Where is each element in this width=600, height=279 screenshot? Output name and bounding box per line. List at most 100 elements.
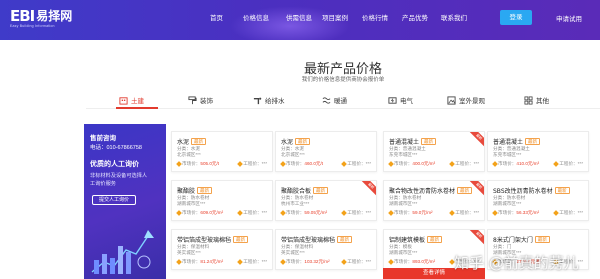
latest-badge: 最新 — [295, 138, 311, 145]
nav-item-cases[interactable]: 项目案例 — [322, 12, 348, 22]
price-icon — [388, 209, 394, 216]
market-price-label: 市场价： — [394, 210, 413, 215]
product-region: 英实城区*** — [177, 250, 201, 255]
building-icon — [119, 96, 128, 105]
market-price: 市场价：410.0元/m³ — [492, 160, 540, 167]
login-button[interactable]: 登录 — [500, 10, 532, 25]
nav-item-advantages[interactable]: 产品优势 — [402, 12, 428, 22]
price-icon — [492, 209, 498, 216]
market-price-label: 市场价： — [286, 210, 305, 215]
project-price-value: 工程价：*** — [559, 161, 583, 166]
product-title: 8米式门架大门 最新 — [493, 235, 550, 244]
product-region: 湖南城市区*** — [389, 201, 418, 206]
view-details-button[interactable]: 查看详情 — [383, 268, 485, 279]
apply-trial-link[interactable]: 申请试用 — [556, 13, 582, 23]
latest-badge: 最新 — [313, 187, 329, 194]
latest-badge: 最新 — [191, 138, 207, 145]
product-title: 聚合物改性沥青防水卷材 最新 — [389, 186, 473, 195]
market-price-value: 56.33元/m² — [516, 210, 540, 215]
market-price-value: 59.05元/m² — [304, 210, 328, 215]
pipe-icon — [253, 97, 262, 104]
project-price: 工程价：*** — [449, 209, 479, 216]
tab-civil[interactable]: 土建 — [119, 93, 144, 107]
market-price-label: 市场价： — [498, 161, 517, 166]
nav-item-supply[interactable]: 供需信息 — [286, 12, 312, 22]
product-card[interactable]: 带铝箔成型玻璃棉毡 最新 分类：保温材料 英实城区*** 市场价：103.32元/m² 工… — [275, 229, 377, 270]
tab-decoration[interactable]: 装饰 — [188, 93, 213, 107]
nav-item-market[interactable]: 价格行情 — [362, 12, 388, 22]
price-icon — [176, 209, 182, 216]
project-price: 工程价：*** — [341, 258, 371, 265]
product-title: 普通混凝土 最新 — [389, 137, 437, 146]
product-card[interactable]: 铝制建筑模板 最新 分类：模板 湖南城市区*** 市场价：893.0元/m² 工程价：**… — [383, 229, 485, 270]
product-title: 聚酯胶合板 最新 — [281, 186, 329, 195]
tab-label: 土建 — [131, 97, 144, 105]
latest-badge: 最新 — [554, 187, 570, 194]
product-name: 带铝箔成型玻璃棉毡 — [281, 237, 336, 244]
product-card[interactable]: 聚酯胶合板 最新 分类：防水卷材 杭州市工业*** 市场价：59.05元/m² 工程价：*… — [275, 180, 377, 221]
latest-badge: 最新 — [421, 138, 437, 145]
tab-electric[interactable]: 电气 — [388, 93, 413, 107]
price-icon — [388, 258, 394, 265]
product-region: 杭州市工业*** — [281, 201, 310, 206]
market-price-value: 410.0元/m³ — [516, 161, 540, 166]
project-price: 工程价：*** — [237, 258, 267, 265]
product-card[interactable]: 带铝箔成型玻璃棉毡 最新 分类：保温材料 英实城区*** 市场价：81.24元/m² 工程… — [171, 229, 273, 270]
product-name: 聚酯胶合板 — [281, 188, 312, 195]
product-title: 水泥 最新 — [177, 137, 207, 146]
product-card[interactable]: 水泥 最新 分类：水泥 北京城区*** 市场价：505.0元/t 工程价：*** — [171, 131, 273, 172]
project-price-value: 工程价：*** — [347, 210, 371, 215]
product-name: 普通混凝土 — [389, 139, 420, 146]
latest-badge: 最新 — [534, 236, 550, 243]
product-name: 8米式门架大门 — [493, 237, 533, 244]
market-price-value: 400.0元/m³ — [412, 161, 436, 166]
product-region: 湖南城市区*** — [389, 250, 418, 255]
market-price: 市场价：400.0元/m³ — [388, 160, 436, 167]
tab-label: 室外景观 — [459, 97, 485, 105]
price-icon — [280, 209, 286, 216]
project-price: 工程价：*** — [237, 160, 267, 167]
product-card[interactable]: 普通混凝土 最新 分类：普通混凝土 东莞市城区*** 市场价：400.0元/m³ 工程价：… — [383, 131, 485, 172]
product-title: 水泥 最新 — [281, 137, 311, 146]
paint-roller-icon — [188, 95, 197, 104]
project-price-value: 工程价：*** — [455, 259, 479, 264]
product-region: 湖南城市区*** — [493, 250, 522, 255]
project-price: 工程价：*** — [553, 160, 583, 167]
tab-label: 给排水 — [265, 97, 285, 105]
market-price-label: 市场价： — [286, 259, 305, 264]
tab-label: 暖通 — [334, 97, 347, 105]
product-region: 东莞市城区*** — [493, 152, 522, 157]
market-price: 市场价：103.32元/m² — [280, 258, 330, 265]
price-icon — [176, 258, 182, 265]
product-card[interactable]: 8米式门架大门 最新 分类：门 湖南城市区*** 市场价：2778.0元/樘 工程价：**… — [487, 229, 589, 270]
nav-item-home[interactable]: 首页 — [210, 12, 223, 22]
project-price-value: 工程价：*** — [243, 259, 267, 264]
market-price-value: 81.24元/m² — [200, 259, 224, 264]
tab-landscape[interactable]: 室外景观 — [447, 93, 485, 107]
project-price: 工程价：*** — [553, 209, 583, 216]
price-icon — [492, 258, 498, 265]
market-price: 市场价：59.0元/m² — [388, 209, 433, 216]
product-card[interactable]: 普通混凝土 最新 分类：普通混凝土 东莞市城区*** 市场价：410.0元/m³ 工程价：… — [487, 131, 589, 172]
nav-item-prices[interactable]: 价格信息 — [243, 12, 269, 22]
section-subtitle: 我们的价格信息提供商协会报价单 — [301, 77, 385, 83]
product-region: 湖南城市区*** — [493, 201, 522, 206]
electric-icon — [388, 96, 397, 104]
product-region: 英实城区*** — [281, 250, 305, 255]
tab-other[interactable]: 其他 — [524, 93, 549, 107]
project-price-value: 工程价：*** — [455, 161, 479, 166]
manual-quote-desc-2: 工询价服务 — [90, 181, 116, 187]
product-card[interactable]: 水泥 最新 分类：水泥 北京城区*** 市场价：460.0元/t 工程价：*** — [275, 131, 377, 172]
latest-badge: 最新 — [457, 187, 473, 194]
market-price-label: 市场价： — [182, 210, 201, 215]
project-price-value: 工程价：*** — [243, 210, 267, 215]
manual-quote-desc-1: 非标材料及设备可选择人 — [90, 173, 148, 179]
nav-item-contact[interactable]: 联系我们 — [441, 12, 467, 22]
submit-manual-quote-button[interactable]: 提交人工询价 — [92, 195, 136, 205]
product-card[interactable]: 聚合物改性沥青防水卷材 最新 分类：防水卷材 湖南城市区*** 市场价：59.0元/m²… — [383, 180, 485, 221]
product-card[interactable]: 聚酯胶 最新 分类：防水卷材 湖南城市区*** 市场价：609.0元/m² 工程价：*** — [171, 180, 273, 221]
product-card[interactable]: SBS改性沥青防水卷材 最新 分类：防水卷材 湖南城市区*** 市场价：56.33元/m… — [487, 180, 589, 221]
tab-hvac[interactable]: 暖通 — [322, 93, 347, 107]
tab-label: 装饰 — [200, 97, 213, 105]
tab-plumbing[interactable]: 给排水 — [253, 93, 285, 107]
